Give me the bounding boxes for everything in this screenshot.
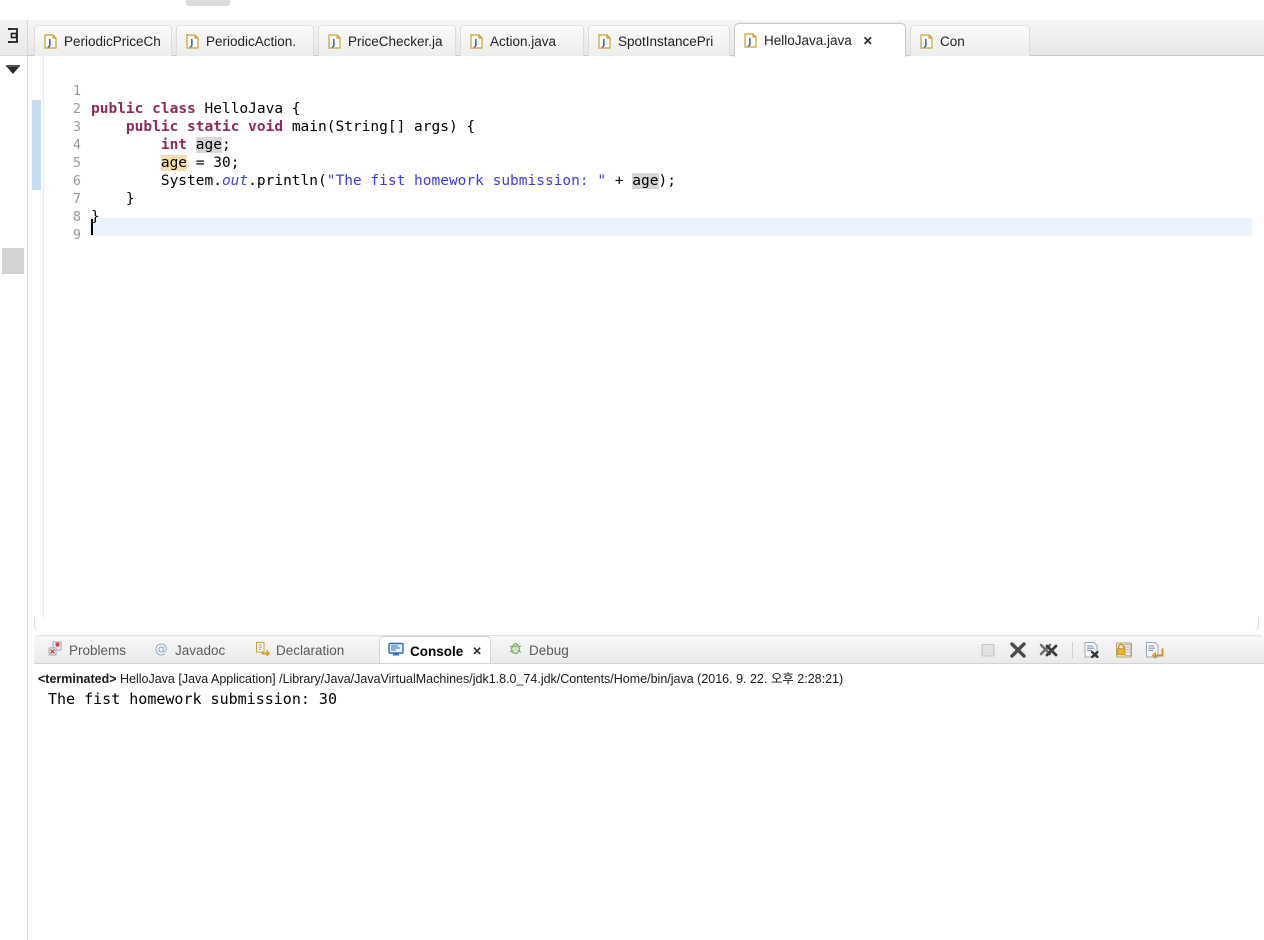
- svg-text:J: J: [923, 38, 927, 48]
- code-line-7: }: [91, 191, 135, 207]
- view-tab-debug[interactable]: Debug: [500, 636, 577, 664]
- line-number: 2: [72, 101, 81, 117]
- pin-console-button[interactable]: [1144, 640, 1164, 660]
- line-number: 3: [72, 119, 81, 135]
- code-line-2: public class HelloJava {: [91, 101, 301, 117]
- view-tab-javadoc[interactable]: @ Javadoc: [146, 636, 233, 664]
- java-file-icon: J: [328, 33, 341, 49]
- svg-text:J: J: [331, 38, 335, 48]
- line-number: 4: [72, 137, 81, 153]
- java-file-icon: J: [470, 33, 483, 49]
- svg-text:J: J: [747, 38, 751, 48]
- java-file-icon: J: [598, 33, 611, 49]
- view-tab-label: Console: [410, 643, 464, 659]
- svg-text:J: J: [601, 38, 605, 48]
- window-nub: [186, 0, 230, 6]
- editor-tab-label: Con: [940, 33, 965, 49]
- terminate-button[interactable]: [1008, 640, 1028, 660]
- java-file-icon: J: [744, 33, 757, 48]
- editor-tab-periodicaction[interactable]: J PeriodicAction.: [176, 25, 314, 56]
- editor-tab-pricechecker[interactable]: J PriceChecker.ja: [318, 25, 456, 56]
- minimized-view-bar: [0, 20, 28, 940]
- code-line-3: public static void main(String[] args) {: [125, 119, 476, 135]
- editor-tab-bar: J PeriodicPriceCh J PeriodicAction. J Pr…: [28, 20, 1264, 57]
- code-line-5: age = 30;: [160, 155, 240, 171]
- current-line-highlight: [89, 218, 1264, 236]
- code-text-area[interactable]: public class HelloJava { public static v…: [89, 56, 1264, 630]
- chevron-down-icon[interactable]: [5, 64, 21, 76]
- line-number: 6: [72, 173, 81, 189]
- editor-tab-action[interactable]: J Action.java: [460, 25, 584, 56]
- javadoc-at-icon: @: [154, 641, 169, 659]
- view-tab-declaration[interactable]: Declaration: [247, 636, 352, 664]
- console-output-text: The fist homework submission: 30: [48, 690, 337, 708]
- eclipse-window: J PeriodicPriceCh J PeriodicAction. J Pr…: [0, 0, 1264, 940]
- line-number: 9: [72, 227, 81, 243]
- change-ruler: [28, 56, 44, 630]
- svg-text:J: J: [47, 38, 51, 48]
- editor-tab-hellojava[interactable]: J HelloJava.java ✕: [734, 23, 906, 57]
- code-line-6: System.out.println("The fist homework su…: [91, 173, 676, 189]
- editor-tab-label: PeriodicPriceCh: [64, 33, 161, 49]
- java-file-icon: J: [186, 33, 199, 49]
- view-tab-problems[interactable]: Problems: [40, 636, 134, 664]
- close-icon[interactable]: ✕: [863, 34, 873, 48]
- window-top-strip: [0, 0, 1264, 20]
- declaration-icon: [255, 641, 271, 659]
- line-number: 8: [72, 209, 81, 225]
- editor-tab-label: PeriodicAction.: [206, 33, 297, 49]
- scroll-lock-button[interactable]: [1114, 640, 1134, 660]
- editor-tab-label: Action.java: [490, 33, 557, 49]
- editor-tab-label: HelloJava.java: [764, 33, 852, 48]
- svg-text:J: J: [189, 38, 193, 48]
- java-file-icon: J: [920, 33, 933, 49]
- restore-view-icon[interactable]: [5, 28, 20, 43]
- problems-icon: [48, 641, 63, 659]
- editor-tab-con[interactable]: J Con: [910, 25, 1030, 56]
- clear-console-button[interactable]: [1082, 640, 1102, 660]
- view-tab-console[interactable]: Console ✕: [379, 636, 491, 665]
- editor-tab-label: PriceChecker.ja: [348, 33, 443, 49]
- console-view-tab-bar: Problems @ Javadoc Declaration Console ✕…: [34, 635, 1264, 665]
- java-file-icon: J: [44, 33, 57, 49]
- minimized-view-placeholder[interactable]: [2, 248, 24, 274]
- line-number: 7: [72, 191, 81, 207]
- debug-bug-icon: [508, 641, 523, 659]
- console-launch-label: <terminated> HelloJava [Java Application…: [38, 668, 843, 687]
- line-number-gutter: 1 2 3 4 5 6 7 8 9: [45, 56, 102, 630]
- svg-text:J: J: [473, 38, 477, 48]
- view-tab-label: Declaration: [276, 642, 345, 658]
- console-view: Problems @ Javadoc Declaration Console ✕…: [28, 630, 1264, 940]
- editor-right-edge: [1252, 56, 1264, 630]
- console-icon: [388, 642, 404, 660]
- code-line-4: int age;: [160, 137, 231, 153]
- remove-all-terminated-button[interactable]: [1038, 640, 1058, 660]
- change-bar: [32, 100, 41, 190]
- view-tab-label: Debug: [529, 642, 569, 658]
- editor-tab-periodicpricech[interactable]: J PeriodicPriceCh: [34, 25, 172, 56]
- line-number: 1: [72, 83, 81, 99]
- view-tab-label: Problems: [69, 642, 127, 658]
- launch-detail: HelloJava [Java Application] /Library/Ja…: [116, 672, 844, 686]
- terminated-prefix: <terminated>: [38, 672, 117, 686]
- svg-text:@: @: [155, 642, 168, 656]
- stop-button[interactable]: [978, 640, 998, 660]
- console-output-area[interactable]: <terminated> HelloJava [Java Application…: [34, 663, 1264, 933]
- close-icon[interactable]: ✕: [472, 644, 482, 658]
- editor-tab-label: SpotInstancePri: [618, 33, 714, 49]
- line-number: 5: [72, 155, 81, 171]
- text-caret: [91, 219, 93, 235]
- editor-tab-spotinstancepri[interactable]: J SpotInstancePri: [588, 25, 730, 56]
- toolbar-separator: [1072, 642, 1073, 659]
- code-editor[interactable]: 1 2 3 4 5 6 7 8 9 public class HelloJava…: [28, 56, 1264, 630]
- view-tab-label: Javadoc: [175, 642, 226, 658]
